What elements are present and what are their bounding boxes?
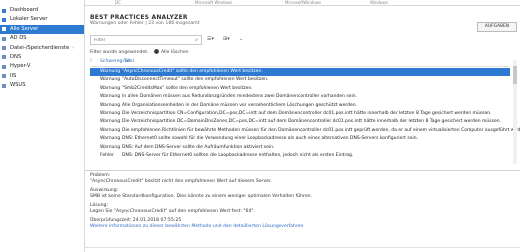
result-severity: Warnung — [100, 119, 121, 125]
filter-box[interactable]: ⌕ — [90, 35, 202, 45]
filter-status-text: Filter wurde angewendet. — [90, 50, 149, 55]
sidebar-item-label: Dashboard — [10, 7, 39, 13]
sidebar-item-dashboard[interactable]: Dashboard — [0, 6, 84, 15]
problem-text: "AsyncChronousCredit" besitzt nicht den … — [90, 179, 272, 184]
top-col-2: Microsoft Windows — [195, 0, 233, 5]
clear-all-option[interactable]: Alle löschen — [153, 49, 189, 55]
top-columns: DC Microsoft Windows MicrosoftWindows Wi… — [85, 0, 520, 6]
expand-icon[interactable]: ⌄ — [239, 36, 243, 42]
sidebar-item-label: Datei-/Speicherdienste — [10, 44, 70, 51]
result-severity: Fehler — [100, 152, 114, 158]
sidebar-item-label: WSUS — [10, 82, 26, 89]
result-row[interactable]: Warnung In allen Domänen müssen aus Redun… — [90, 93, 510, 101]
result-title: In allen Domänen müssen aus Redundanzgrü… — [122, 94, 357, 100]
server-icon — [2, 17, 6, 22]
col-title[interactable]: Titel — [124, 59, 134, 64]
result-row[interactable]: Warnung DNS: Ethernet0 sollte sowohl für … — [90, 135, 510, 143]
result-severity: Warnung — [100, 94, 121, 100]
iis-icon — [2, 74, 6, 79]
result-row[interactable]: Warnung Die empfohlenen Richtlinien für b… — [90, 127, 520, 135]
dns-icon — [2, 55, 6, 60]
scrollbar-thumb[interactable] — [513, 66, 517, 84]
result-title: DNS: DNS-Server für Ethernet0 sollten di… — [122, 152, 354, 158]
sidebar-item-label: Alle Server — [10, 25, 39, 32]
sidebar-item-label: IIS — [10, 72, 17, 79]
result-severity: Warnung — [100, 127, 121, 133]
result-title: "Smb2CreditsMax" sollte den empfohlenen … — [122, 85, 253, 91]
wsus-icon — [2, 83, 6, 88]
filter-status-row: Filter wurde angewendet. Alle löschen — [90, 49, 189, 55]
result-title: Die Verzeichnispartition DC=DomainDnsZon… — [122, 119, 502, 125]
sidebar-item-label: DNS — [10, 53, 22, 60]
result-title: "AsyncChronousCredit" sollte den empfohl… — [122, 69, 263, 74]
results-list: Warnung "AsyncChronousCredit" sollte den … — [90, 68, 520, 160]
hyperv-icon — [2, 64, 6, 69]
result-row[interactable]: Warnung "Smb2CreditsMax" sollte den empfo… — [90, 85, 510, 93]
top-col-3: MicrosoftWindows — [285, 0, 322, 5]
sidebar-item-lokaler-server[interactable]: Lokaler Server — [0, 15, 84, 24]
pane-splitter[interactable] — [85, 170, 520, 171]
bpa-subtitle: Warnungen oder Fehler | 23 von 186 insge… — [90, 21, 200, 26]
sidebar-item-ad-ds[interactable]: AD DS — [0, 34, 84, 43]
result-row[interactable]: Warnung Alle Organisationseinheiten in de… — [90, 102, 510, 110]
result-title: Alle Organisationseinheiten in der Domän… — [122, 102, 358, 108]
result-title: "AutoDisconnectTimeout" sollte den empfo… — [122, 77, 269, 83]
result-title: DNS: Auf dem DNS-Server sollte die Aufrä… — [122, 144, 275, 150]
result-severity: Warnung — [100, 102, 121, 108]
sidebar-item-dns[interactable]: DNS — [0, 53, 84, 62]
result-title: DNS: Ethernet0 sollte sowohl für die Ver… — [122, 136, 419, 142]
top-col-4: Windows — [370, 0, 388, 5]
main-panel: DC Microsoft Windows MicrosoftWindows Wi… — [85, 0, 520, 252]
radio-icon — [153, 49, 159, 54]
result-severity: Warnung — [100, 69, 121, 74]
chevron-right-icon[interactable]: › — [72, 44, 74, 53]
list-options-icon[interactable]: ☰▾ — [207, 36, 214, 42]
ad-ds-icon — [2, 36, 6, 41]
tasks-button[interactable]: AUFGABEN — [477, 22, 517, 32]
bpa-title: BEST PRACTICES ANALYZER — [90, 14, 188, 21]
result-title: Die empfohlenen Richtlinien für bewährte… — [122, 127, 520, 133]
result-severity: Warnung — [100, 77, 121, 83]
dashboard-icon — [2, 8, 6, 13]
sidebar-item-datei-speicherdienste[interactable]: Datei-/Speicherdienste › — [0, 44, 84, 53]
result-row[interactable]: Fehler DNS: DNS-Server für Ethernet0 soll… — [90, 152, 510, 160]
sidebar-item-wsus[interactable]: WSUS — [0, 81, 84, 90]
results-header: ! Schweregrad Titel — [90, 58, 510, 67]
filter-options-icon[interactable]: ⊞▾ — [223, 36, 230, 42]
sidebar: Dashboard Lokaler Server Alle Server AD DS D… — [0, 0, 85, 252]
result-severity: Warnung — [100, 144, 121, 150]
more-info-link[interactable]: Weitere Informationen zu dieser bewährte… — [90, 224, 303, 229]
top-col-1: DC — [115, 0, 121, 5]
sidebar-item-hyper-v[interactable]: Hyper-V — [0, 62, 84, 71]
result-row[interactable]: Warnung DNS: Auf dem DNS-Server sollte di… — [90, 144, 510, 152]
servers-icon — [2, 27, 6, 32]
sidebar-item-iis[interactable]: IIS — [0, 72, 84, 81]
solution-text: Legen Sie "AsyncChronousCredit" auf den … — [90, 209, 255, 214]
details-pane: Problem: "AsyncChronousCredit" besitzt n… — [90, 173, 510, 233]
sidebar-item-label: AD DS — [10, 35, 27, 42]
sidebar-item-alle-server[interactable]: Alle Server — [0, 24, 84, 35]
result-severity: Warnung — [100, 85, 121, 91]
result-severity: Warnung — [100, 110, 121, 116]
sidebar-item-label: Lokaler Server — [10, 16, 48, 23]
result-row[interactable]: Warnung "AsyncChronousCredit" sollte den … — [90, 68, 510, 77]
impact-text: SMB ist keine Standardkonfiguration. Die… — [90, 194, 313, 199]
filter-input[interactable] — [91, 36, 174, 44]
bottom-divider — [85, 247, 520, 248]
result-row[interactable]: Warnung "AutoDisconnectTimeout" sollte de… — [90, 76, 510, 84]
result-title: Die Verzeichnispartition CN=Configuratio… — [122, 110, 492, 116]
search-icon[interactable]: ⌕ — [195, 37, 198, 43]
result-row[interactable]: Warnung Die Verzeichnispartition DC=Domai… — [90, 118, 510, 126]
result-severity: Warnung — [100, 136, 121, 142]
info-icon: ! — [90, 59, 92, 64]
sidebar-item-label: Hyper-V — [10, 63, 31, 70]
storage-icon — [2, 46, 6, 51]
result-row[interactable]: Warnung Die Verzeichnispartition CN=Confi… — [90, 110, 510, 118]
